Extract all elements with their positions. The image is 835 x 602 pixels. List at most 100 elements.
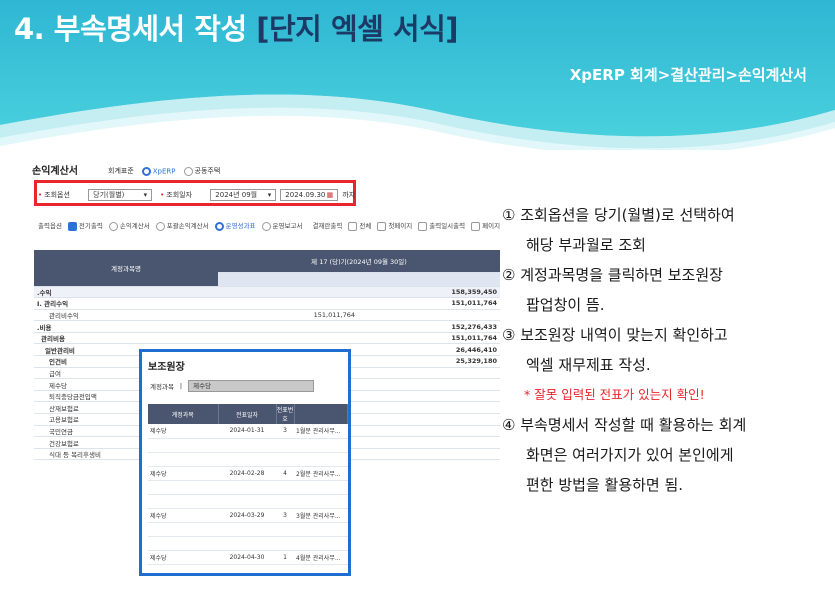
note-2: ② 계정과목명을 클릭하면 보조원장 팝업창이 뜸. xyxy=(502,260,832,320)
entry-memo-cell: 4월분 관리사무... xyxy=(294,550,348,565)
col-sub-2 xyxy=(358,272,500,287)
table-row-spacer xyxy=(148,564,348,573)
table-row[interactable]: 제수당 2024-03-29 3 3월분 관리사무... xyxy=(148,508,348,523)
date-month-select[interactable]: 2024년 09월 ▾ xyxy=(210,189,277,201)
entry-memo-cell: 2월분 관리사무... xyxy=(294,466,348,481)
entry-date-cell: 2024-04-30 xyxy=(218,550,276,565)
checkbox-icon xyxy=(377,221,387,231)
amount-cell: 152,276,433 xyxy=(358,320,500,333)
check-settle-date[interactable]: 출력일시출력 xyxy=(418,220,465,231)
slide-title-highlight: [단지 엑셀 서식] xyxy=(256,12,459,46)
radio-xperp[interactable]: XpERP xyxy=(141,166,176,176)
instruction-notes: ① 조회옵션을 당기(월별)로 선택하여 해당 부과월로 조회 ② 계정과목명을… xyxy=(502,200,832,500)
mid-value-cell xyxy=(218,297,358,310)
entry-no-cell: 3 xyxy=(276,508,294,523)
note-1-line-1: ① 조회옵션을 당기(월별)로 선택하여 xyxy=(502,206,735,224)
subledger-popup: 보조원장 계정과목 | 제수당 계정과목 전표일자 전표번호 제수당 2024-0… xyxy=(139,349,351,576)
settle-label: 결재란출력 xyxy=(312,222,343,231)
note-1: ① 조회옵션을 당기(월별)로 선택하여 해당 부과월로 조회 xyxy=(502,200,832,260)
radio-include[interactable]: 포괄손익계산서 xyxy=(155,220,209,231)
table-row[interactable]: I. 관리수익 151,011,764 xyxy=(34,297,500,310)
table-row[interactable]: 관리비용 151,011,764 xyxy=(34,332,500,345)
col-no: 전표번호 xyxy=(276,404,295,424)
table-row-spacer xyxy=(148,438,348,453)
account-name-cell[interactable]: .비용 xyxy=(34,320,218,333)
amount-cell xyxy=(358,378,500,391)
checkbox-icon xyxy=(348,221,358,231)
note-1-line-2: 해당 부과월로 조회 xyxy=(526,236,646,254)
entry-date-cell: 2024-03-29 xyxy=(218,508,276,523)
header-banner: 4. 부속명세서 작성 [단지 엑셀 서식] XpERP 회계>결산관리>손익계… xyxy=(0,0,835,150)
date-to-input[interactable]: 2024.09.30 ▦ xyxy=(280,189,339,201)
amount-cell xyxy=(358,425,500,438)
check-settle-page[interactable]: 페이지번호출력 xyxy=(471,220,500,231)
radio-report[interactable]: 운영보고서 xyxy=(261,220,302,231)
note-3-line-1: ③ 보조원장 내역이 맞는지 확인하고 xyxy=(502,326,728,344)
radio-icon xyxy=(183,166,193,176)
check-settle-first[interactable]: 첫페이지 xyxy=(377,220,412,231)
amount-cell xyxy=(358,309,500,322)
table-row[interactable]: 제수당 2024-04-30 1 4월분 관리사무... xyxy=(148,550,348,565)
entry-memo-cell: 1월분 관리사무... xyxy=(294,424,348,439)
amount-cell xyxy=(358,413,500,426)
account-name-cell[interactable]: .수익 xyxy=(34,286,218,299)
account-name-cell[interactable]: 관리비수익 xyxy=(34,309,218,322)
calendar-icon: ▦ xyxy=(326,191,334,199)
amount-cell: 151,011,764 xyxy=(358,297,500,310)
screen-title: 손익계산서 xyxy=(32,166,78,177)
entry-account-cell: 제수당 xyxy=(148,508,218,523)
amount-cell xyxy=(358,436,500,449)
entry-account-cell: 제수당 xyxy=(148,550,218,565)
note-4-line-3: 편한 방법을 활용하면 됨. xyxy=(526,476,684,494)
account-filter-input[interactable]: 제수당 xyxy=(188,380,315,392)
mid-value-cell xyxy=(218,332,358,345)
entry-no-cell: 3 xyxy=(276,424,294,439)
radio-icon xyxy=(214,221,224,231)
date-suffix: 까지 xyxy=(342,191,356,199)
radio-income[interactable]: 손익계산서 xyxy=(108,220,150,231)
amount-cell xyxy=(358,390,500,403)
warning-note: * 잘못 입력된 전표가 있는지 확인! xyxy=(524,387,705,402)
slide-title: 4. 부속명세서 작성 [단지 엑셀 서식] xyxy=(14,6,459,48)
entry-memo-cell: 3월분 관리사무... xyxy=(294,508,348,523)
checkbox-icon xyxy=(471,221,481,231)
note-4: ④ 부속명세서 작성할 때 활용하는 회계 화면은 여러가지가 있어 본인에게 … xyxy=(502,410,832,500)
note-4-line-1: ④ 부속명세서 작성할 때 활용하는 회계 xyxy=(502,416,747,434)
chevron-down-icon: ▾ xyxy=(267,191,272,199)
table-row[interactable]: 제수당 2024-01-31 3 1월분 관리사무... xyxy=(148,424,348,439)
entry-date-cell: 2024-02-28 xyxy=(218,466,276,481)
mid-value-cell: 151,011,764 xyxy=(218,309,358,322)
col-sub-1 xyxy=(218,272,358,287)
checkbox-icon xyxy=(418,221,428,231)
table-row[interactable]: .수익 158,359,450 xyxy=(34,286,500,299)
radio-icon xyxy=(141,166,151,176)
table-row[interactable]: 제수당 2024-02-28 4 2월분 관리사무... xyxy=(148,466,348,481)
col-memo xyxy=(294,404,348,424)
filter-label: 계정과목 xyxy=(150,383,174,391)
table-row[interactable]: .비용 152,276,433 xyxy=(34,320,500,333)
account-name-cell[interactable]: 관리비용 xyxy=(34,332,218,345)
mid-value-cell xyxy=(218,286,358,299)
entry-date-cell: 2024-01-31 xyxy=(218,424,276,439)
check-prior[interactable]: 전기출력 xyxy=(67,220,103,231)
table-row-spacer xyxy=(148,536,348,551)
check-settle-all[interactable]: 전체 xyxy=(348,220,371,231)
radio-running[interactable]: 운영성과표 xyxy=(214,220,256,231)
popup-title: 보조원장 xyxy=(148,362,185,373)
radio-icon xyxy=(108,221,118,231)
col-account: 계정과목 xyxy=(148,404,219,424)
required-icon: • xyxy=(38,191,43,199)
query-option-label: 조회옵션 xyxy=(44,191,70,199)
account-name-cell[interactable]: I. 관리수익 xyxy=(34,297,218,310)
standard-tabs: 회계표준 XpERP 공동주택 xyxy=(108,166,220,176)
amount-cell: 26,446,410 xyxy=(358,343,500,357)
radio-apartment[interactable]: 공동주택 xyxy=(183,166,220,176)
note-3-line-2: 엑셀 재무제표 작성. xyxy=(526,356,651,374)
chevron-down-icon: ▾ xyxy=(143,191,148,199)
subledger-grid: 계정과목 전표일자 전표번호 제수당 2024-01-31 3 1월분 관리사무...… xyxy=(148,404,348,573)
entry-no-cell: 4 xyxy=(276,466,294,481)
note-2-line-1: ② 계정과목명을 클릭하면 보조원장 xyxy=(502,266,723,284)
table-row[interactable]: 관리비수익 151,011,764 xyxy=(34,309,500,322)
amount-cell: 151,011,764 xyxy=(358,332,500,345)
query-option-select[interactable]: 당기(월별) ▾ xyxy=(88,189,153,201)
